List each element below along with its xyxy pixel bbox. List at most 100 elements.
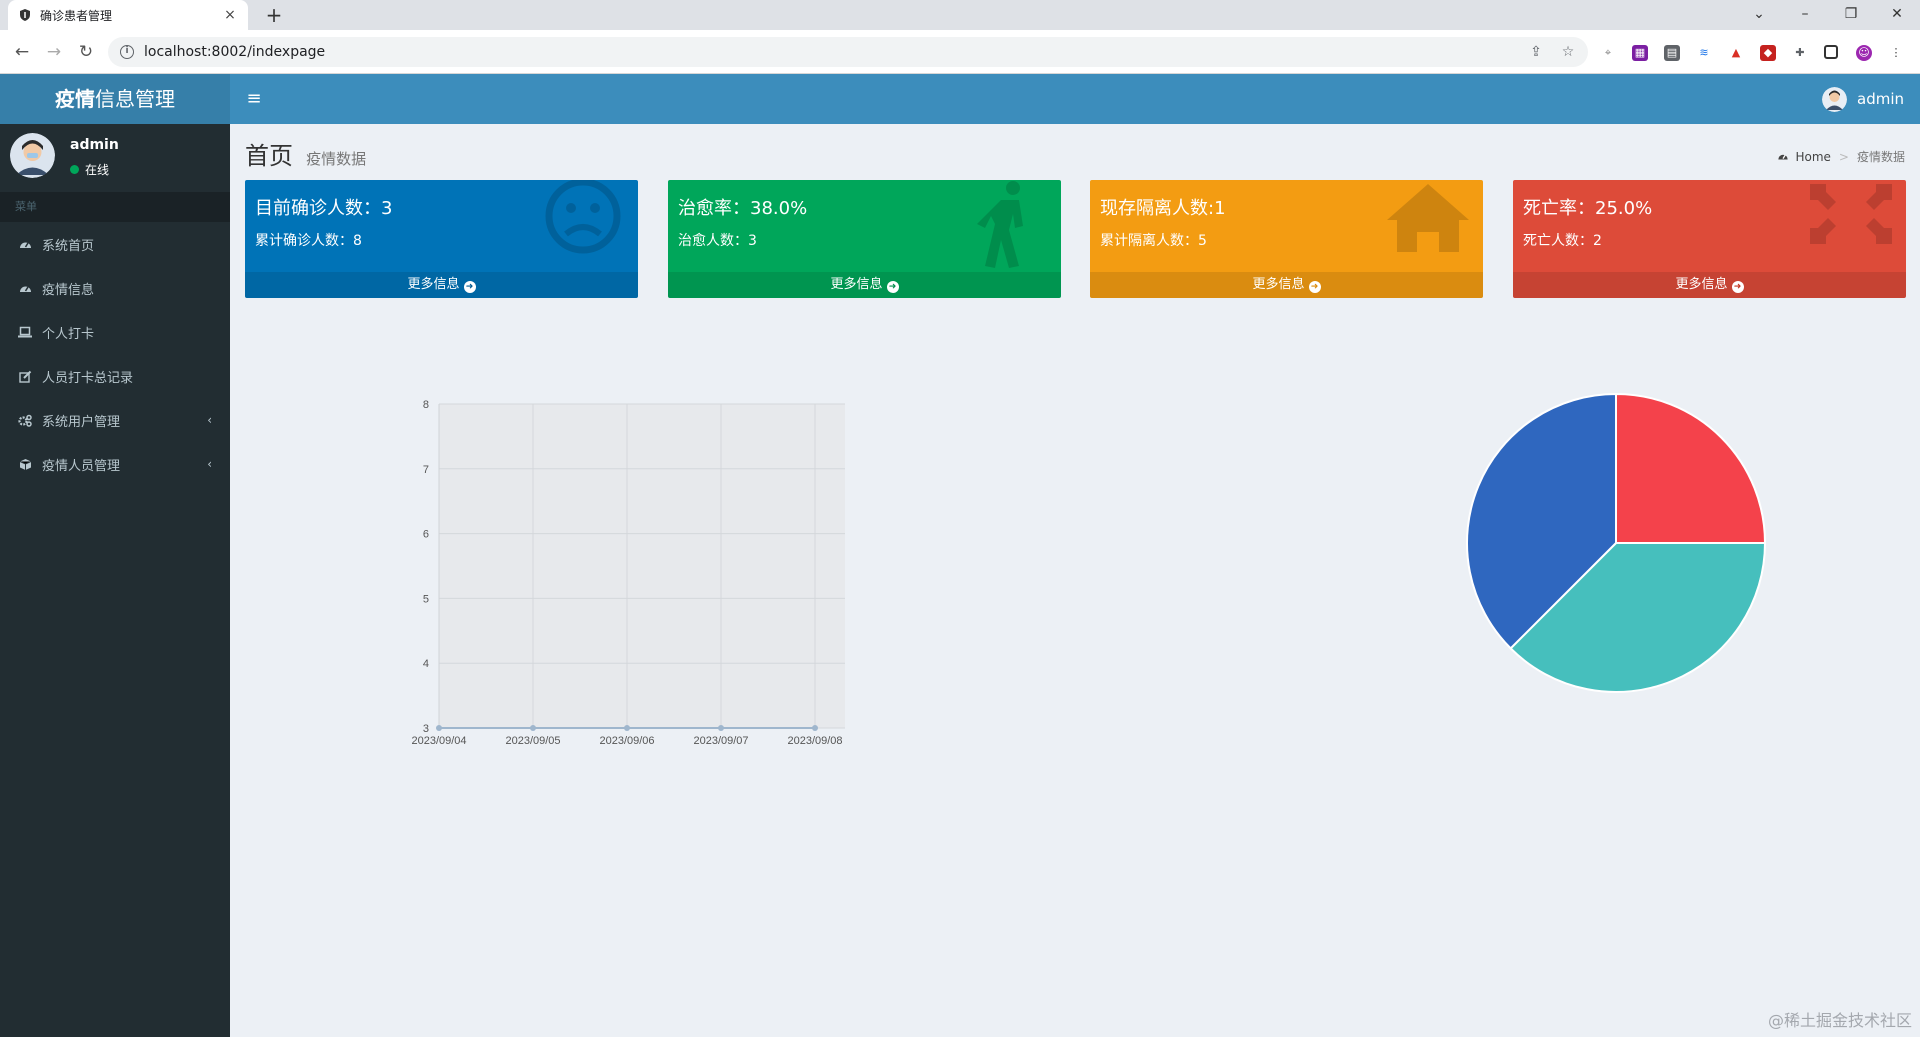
sidebar-username: admin [70, 137, 119, 153]
line-chart: 3 4 5 6 7 8 2023/09/04 2023/09/05 2023/09/06 2023… [411, 399, 845, 747]
x-tick-label: 2023/09/08 [787, 735, 842, 747]
cube-icon [18, 457, 32, 471]
y-tick-label: 6 [423, 529, 429, 541]
app-header: 疫情信息管理 ≡ admin [0, 74, 1920, 124]
sidebar: admin 在线 菜单 系统首页 疫情信息 个人打卡 人员打卡总记录 系统用户管… [0, 124, 230, 1037]
restore-button[interactable]: ❐ [1828, 0, 1874, 30]
extension-purple-icon[interactable]: ▦ [1632, 45, 1648, 61]
logo-text: 信息管理 [95, 87, 175, 111]
sidebar-item-epidemic-personnel[interactable]: 疫情人员管理 ‹ [0, 442, 230, 486]
profile-avatar-icon[interactable]: ☺ [1856, 45, 1872, 61]
breadcrumb-current: 疫情数据 [1856, 150, 1905, 164]
share-icon[interactable]: ⇪ [1528, 44, 1544, 60]
extension-red-icon[interactable]: ▲ [1728, 45, 1744, 61]
walking-icon [977, 181, 1023, 268]
y-tick-label: 8 [423, 399, 429, 411]
bookmark-star-icon[interactable]: ☆ [1560, 44, 1576, 60]
url-text: localhost:8002/indexpage [144, 44, 326, 60]
status-dot-icon [70, 165, 79, 174]
tab-close-button[interactable]: × [222, 7, 238, 23]
new-tab-button[interactable]: + [262, 3, 286, 27]
browser-menu-icon[interactable]: ⋮ [1888, 45, 1904, 61]
data-point [718, 725, 724, 731]
box-detail: 治愈人数：3 [678, 233, 757, 249]
pie-slice [1615, 392, 1767, 544]
side-panel-icon[interactable] [1824, 45, 1838, 59]
chevron-left-icon: ‹ [207, 413, 212, 427]
laptop-icon [18, 325, 32, 339]
y-tick-label: 3 [423, 723, 429, 735]
box-headline: 现存隔离人数:1 [1100, 198, 1226, 219]
browser-toolbar: ← → ↻ i localhost:8002/indexpage ⇪ ☆ ⌖ ▦… [0, 30, 1920, 74]
more-info-label: 更多信息 [830, 277, 883, 292]
page-title: 首页 [245, 142, 293, 170]
more-info-link[interactable]: 更多信息 ➜ [1090, 272, 1483, 298]
sidebar-item-label: 系统用户管理 [42, 414, 121, 430]
sidebar-item-label: 系统首页 [42, 238, 95, 254]
sidebar-item-epidemic-info[interactable]: 疫情信息 [0, 266, 230, 310]
status-text: 在线 [85, 163, 110, 177]
box-detail: 死亡人数：2 [1523, 233, 1602, 249]
header-user-menu[interactable]: admin [1822, 86, 1904, 112]
online-status: 在线 [70, 161, 109, 178]
reload-button[interactable]: ↻ [74, 40, 98, 64]
pie-chart [1466, 392, 1767, 693]
box-headline: 治愈率：38.0% [678, 198, 808, 219]
forward-button[interactable]: → [42, 40, 66, 64]
dashboard-icon [18, 237, 32, 251]
dashboard-icon [1778, 154, 1789, 160]
content-header: 首页 疫情数据 Home > 疫情数据 [245, 136, 1905, 172]
box-headline: 目前确诊人数：3 [255, 198, 393, 219]
sidebar-item-label: 疫情信息 [42, 282, 95, 298]
menu-header: 菜单 [0, 192, 230, 222]
info-icon[interactable]: i [120, 45, 134, 59]
compress-icon [1810, 184, 1892, 244]
avatar [10, 133, 55, 178]
more-info-link[interactable]: 更多信息 ➜ [245, 272, 638, 298]
sidebar-toggle-icon[interactable]: ≡ [244, 89, 264, 109]
browser-tab[interactable]: 确诊患者管理 × [8, 0, 248, 30]
extension-shield-icon[interactable]: ◆ [1760, 45, 1776, 61]
extension-grid-icon[interactable]: ▤ [1664, 45, 1680, 61]
home-icon [1387, 184, 1469, 252]
y-tick-label: 4 [423, 658, 429, 670]
app-logo[interactable]: 疫情信息管理 [0, 74, 230, 124]
breadcrumb-home-link[interactable]: Home [1795, 150, 1830, 164]
sidebar-item-label: 疫情人员管理 [42, 458, 121, 474]
extension-layers-icon[interactable]: ≋ [1696, 45, 1712, 61]
page-subtitle: 疫情数据 [306, 150, 367, 168]
more-info-label: 更多信息 [1252, 277, 1305, 292]
more-info-link[interactable]: 更多信息 ➜ [668, 272, 1061, 298]
chevron-left-icon: ‹ [207, 457, 212, 471]
more-info-link[interactable]: 更多信息 ➜ [1513, 272, 1906, 298]
tab-search-icon[interactable]: ⌄ [1736, 0, 1782, 30]
back-button[interactable]: ← [10, 40, 34, 64]
shield-icon [20, 9, 30, 21]
sidebar-item-label: 个人打卡 [42, 326, 95, 342]
extension-cursor-icon[interactable]: ⌖ [1600, 45, 1616, 61]
more-info-label: 更多信息 [407, 277, 460, 292]
watermark-text: @稀土掘金技术社区 [1767, 1011, 1912, 1030]
cogs-icon [18, 413, 32, 427]
sidebar-item-home[interactable]: 系统首页 [0, 222, 230, 266]
close-window-button[interactable]: ✕ [1874, 0, 1920, 30]
arrow-circle-right-icon: ➜ [1308, 281, 1321, 293]
edit-icon [18, 369, 32, 383]
arrow-circle-right-icon: ➜ [886, 281, 899, 293]
box-detail: 累计隔离人数：5 [1100, 233, 1207, 249]
data-point [530, 725, 536, 731]
confirmed-cases-box: 目前确诊人数：3 累计确诊人数：8 更多信息 ➜ [245, 180, 638, 298]
user-panel: admin 在线 [0, 124, 230, 189]
data-point [436, 725, 442, 731]
sidebar-item-system-users[interactable]: 系统用户管理 ‹ [0, 398, 230, 442]
more-info-label: 更多信息 [1675, 277, 1728, 292]
minimize-button[interactable]: – [1782, 0, 1828, 30]
address-bar[interactable]: i localhost:8002/indexpage ⇪ ☆ [108, 37, 1588, 67]
breadcrumb: Home > 疫情数据 [1777, 148, 1905, 165]
extensions-puzzle-icon[interactable]: ✚ [1792, 45, 1808, 61]
data-point [812, 725, 818, 731]
sidebar-item-personal-checkin[interactable]: 个人打卡 [0, 310, 230, 354]
data-point [624, 725, 630, 731]
sidebar-item-checkin-records[interactable]: 人员打卡总记录 [0, 354, 230, 398]
logo-bold-text: 疫情 [55, 87, 95, 111]
